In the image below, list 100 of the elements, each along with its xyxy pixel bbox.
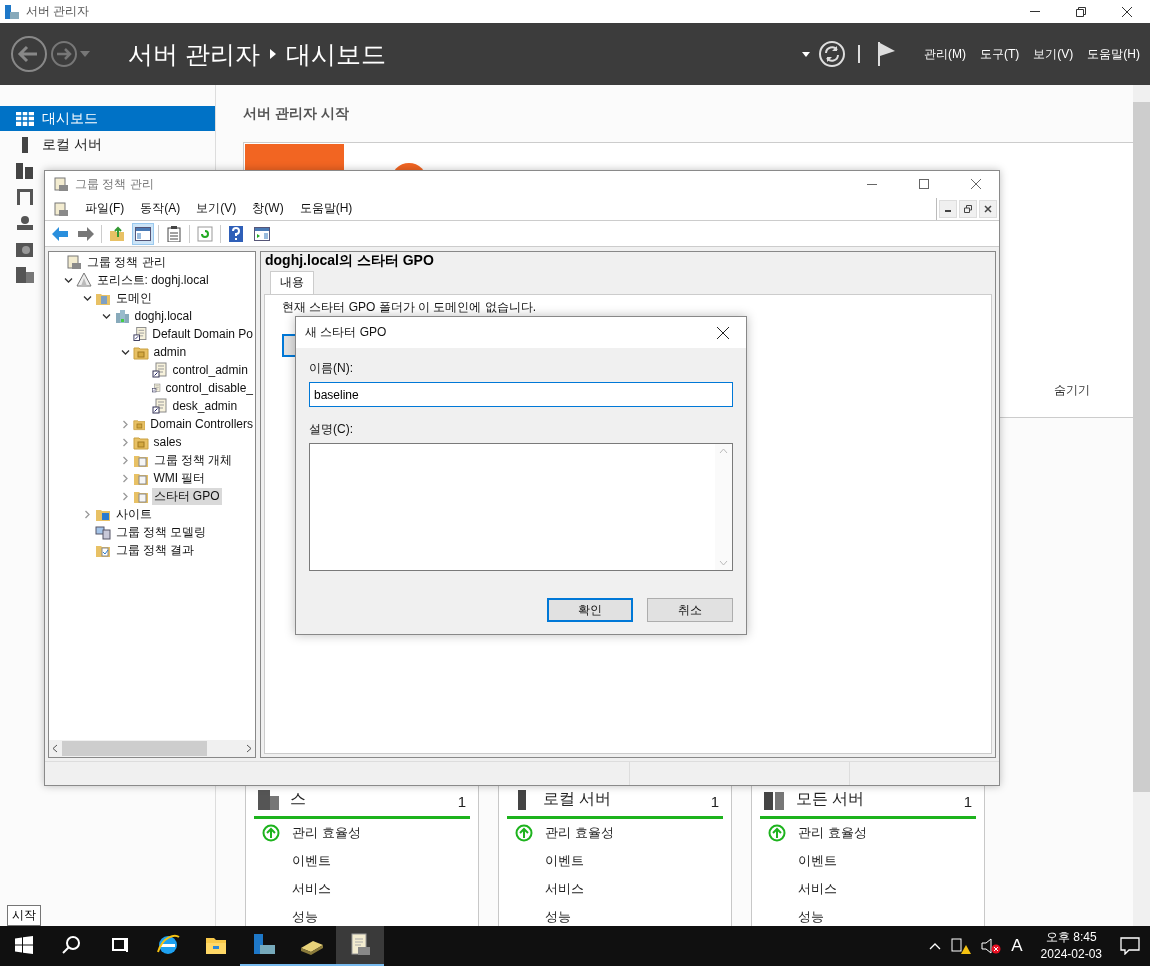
tree-item[interactable]: 그룹 정책 결과 — [113, 541, 197, 559]
tree-item[interactable]: 스타터 GPO — [151, 487, 222, 505]
window-title: 그룹 정책 관리 — [75, 175, 155, 193]
notifications-icon[interactable] — [1120, 937, 1140, 955]
chevron-up-icon[interactable] — [929, 942, 942, 950]
window-title: 서버 관리자 — [26, 3, 91, 20]
clock[interactable]: 오후 8:45 2024-02-03 — [1040, 929, 1102, 963]
tree-item[interactable]: 그룹 정책 관리 — [85, 253, 168, 271]
tile-row-label[interactable]: 관리 효율성 — [798, 824, 867, 842]
tab[interactable]: 내용 — [270, 271, 314, 294]
forward-arrow-icon — [78, 226, 94, 241]
tile-row-label[interactable]: 서비스 — [292, 880, 331, 898]
document-link-icon — [132, 326, 148, 342]
sidebar-item[interactable]: 로컬 서버 — [0, 132, 215, 157]
network-warning-icon[interactable] — [951, 937, 972, 955]
forward-button[interactable] — [50, 40, 78, 68]
server-count: 1 — [710, 793, 719, 810]
tile-title[interactable]: 모든 서버 — [796, 789, 954, 810]
tile-row-label[interactable]: 성능 — [292, 908, 318, 926]
restore-icon — [1076, 6, 1086, 17]
info-message: 현재 스타터 GPO 폴더가 이 도메인에 없습니다. — [282, 299, 537, 316]
tree-item[interactable]: desk_admin — [170, 399, 240, 413]
scroll-right-icon[interactable] — [246, 744, 252, 753]
dialog-title: 새 스타터 GPO — [305, 324, 388, 341]
scroll-left-icon[interactable] — [52, 744, 58, 753]
clipboard-icon — [167, 225, 181, 242]
sidebar-item[interactable]: 대시보드 — [0, 106, 215, 131]
history-dropdown-icon[interactable] — [80, 51, 90, 57]
name-field[interactable]: baseline — [309, 382, 733, 407]
status-up-icon — [262, 824, 280, 842]
restore-button[interactable] — [959, 199, 977, 218]
menu-item[interactable]: 도구(T) — [980, 45, 1020, 63]
tree-item[interactable]: 사이트 — [113, 505, 154, 523]
tree-item[interactable]: Default Domain Po — [150, 327, 255, 341]
tile-row-label[interactable]: 관리 효율성 — [545, 824, 614, 842]
tile-row-label[interactable]: 이벤트 — [545, 852, 584, 870]
close-icon — [971, 179, 981, 189]
breadcrumb-item[interactable]: 서버 관리자 — [128, 37, 260, 71]
tree-item[interactable]: 도메인 — [113, 289, 154, 307]
tree-item[interactable]: control_admin — [170, 363, 250, 377]
tree-item[interactable]: sales — [151, 435, 184, 449]
tree-item[interactable]: 그룹 정책 모델링 — [113, 523, 209, 541]
tree-item[interactable]: 그룹 정책 개체 — [151, 451, 235, 469]
console-tree-button[interactable] — [132, 222, 154, 245]
storage-icon — [16, 266, 34, 283]
dropdown-icon[interactable] — [802, 51, 810, 57]
menu-item[interactable]: 도움말(H) — [1087, 45, 1140, 63]
minimize-icon — [867, 183, 877, 185]
breadcrumb-item[interactable]: 대시보드 — [285, 37, 386, 71]
speaker-muted-icon[interactable] — [981, 937, 1002, 955]
back-button[interactable] — [10, 35, 48, 73]
document-link-icon — [151, 380, 161, 396]
tile-row-label[interactable]: 서비스 — [798, 880, 837, 898]
section-title: 서버 관리자 시작 — [243, 105, 350, 123]
input-indicator[interactable]: A — [1011, 936, 1023, 956]
tile-title[interactable]: 로컬 서버 — [543, 789, 701, 810]
folder-up-icon — [109, 225, 125, 242]
scroll-thumb[interactable] — [62, 741, 207, 756]
close-icon — [1122, 6, 1132, 17]
refresh-button[interactable] — [818, 40, 846, 68]
hide-link[interactable]: 숨기기 — [1054, 382, 1090, 399]
tile-row-label[interactable]: 관리 효율성 — [292, 824, 361, 842]
minimize-button[interactable] — [939, 199, 957, 218]
triangle-icon — [75, 272, 92, 288]
close-button[interactable] — [979, 199, 997, 218]
menu-item[interactable]: 보기(V) — [1033, 45, 1074, 63]
tree-item[interactable]: WMI 필터 — [151, 469, 208, 487]
scroll-down-icon — [719, 560, 728, 566]
tile-row-label[interactable]: 성능 — [798, 908, 824, 926]
menu-item[interactable]: 도움말(H) — [299, 200, 353, 217]
menu-item[interactable]: 관리(M) — [924, 45, 966, 63]
taskbar-app[interactable] — [336, 926, 384, 966]
scroll-thumb[interactable] — [1133, 102, 1150, 792]
tile-row-label[interactable]: 서비스 — [545, 880, 584, 898]
comment-field[interactable] — [309, 443, 733, 571]
tree-item[interactable]: admin — [151, 345, 189, 359]
menu-item[interactable]: 파일(F) — [85, 200, 125, 217]
help-icon — [229, 225, 243, 242]
status-up-icon — [768, 824, 786, 842]
folder-icon — [132, 344, 149, 360]
close-icon — [984, 204, 992, 213]
menu-item[interactable]: 보기(V) — [196, 200, 237, 217]
tile-row-label[interactable]: 이벤트 — [292, 852, 331, 870]
tile-title[interactable]: 스 — [290, 789, 448, 810]
scroll-up-icon — [719, 448, 728, 454]
flag-icon[interactable] — [878, 42, 896, 66]
tile-row-label[interactable]: 성능 — [545, 908, 571, 926]
tree-item[interactable]: 포리스트: doghj.local — [94, 271, 211, 289]
field-label: 이름(N): — [309, 360, 354, 377]
tree-item[interactable]: control_disable_ — [163, 381, 255, 395]
cancel-button[interactable]: 취소 — [647, 598, 733, 622]
menu-item[interactable]: 창(W) — [252, 200, 284, 217]
tree-item[interactable]: doghj.local — [132, 309, 194, 323]
windows-logo-icon — [15, 936, 33, 954]
refresh-icon — [197, 225, 213, 242]
back-arrow-icon — [52, 226, 68, 241]
tile-row-label[interactable]: 이벤트 — [798, 852, 837, 870]
tree-item[interactable]: Domain Controllers — [148, 417, 255, 431]
ok-button[interactable]: 확인 — [547, 598, 633, 622]
menu-item[interactable]: 동작(A) — [140, 200, 181, 217]
